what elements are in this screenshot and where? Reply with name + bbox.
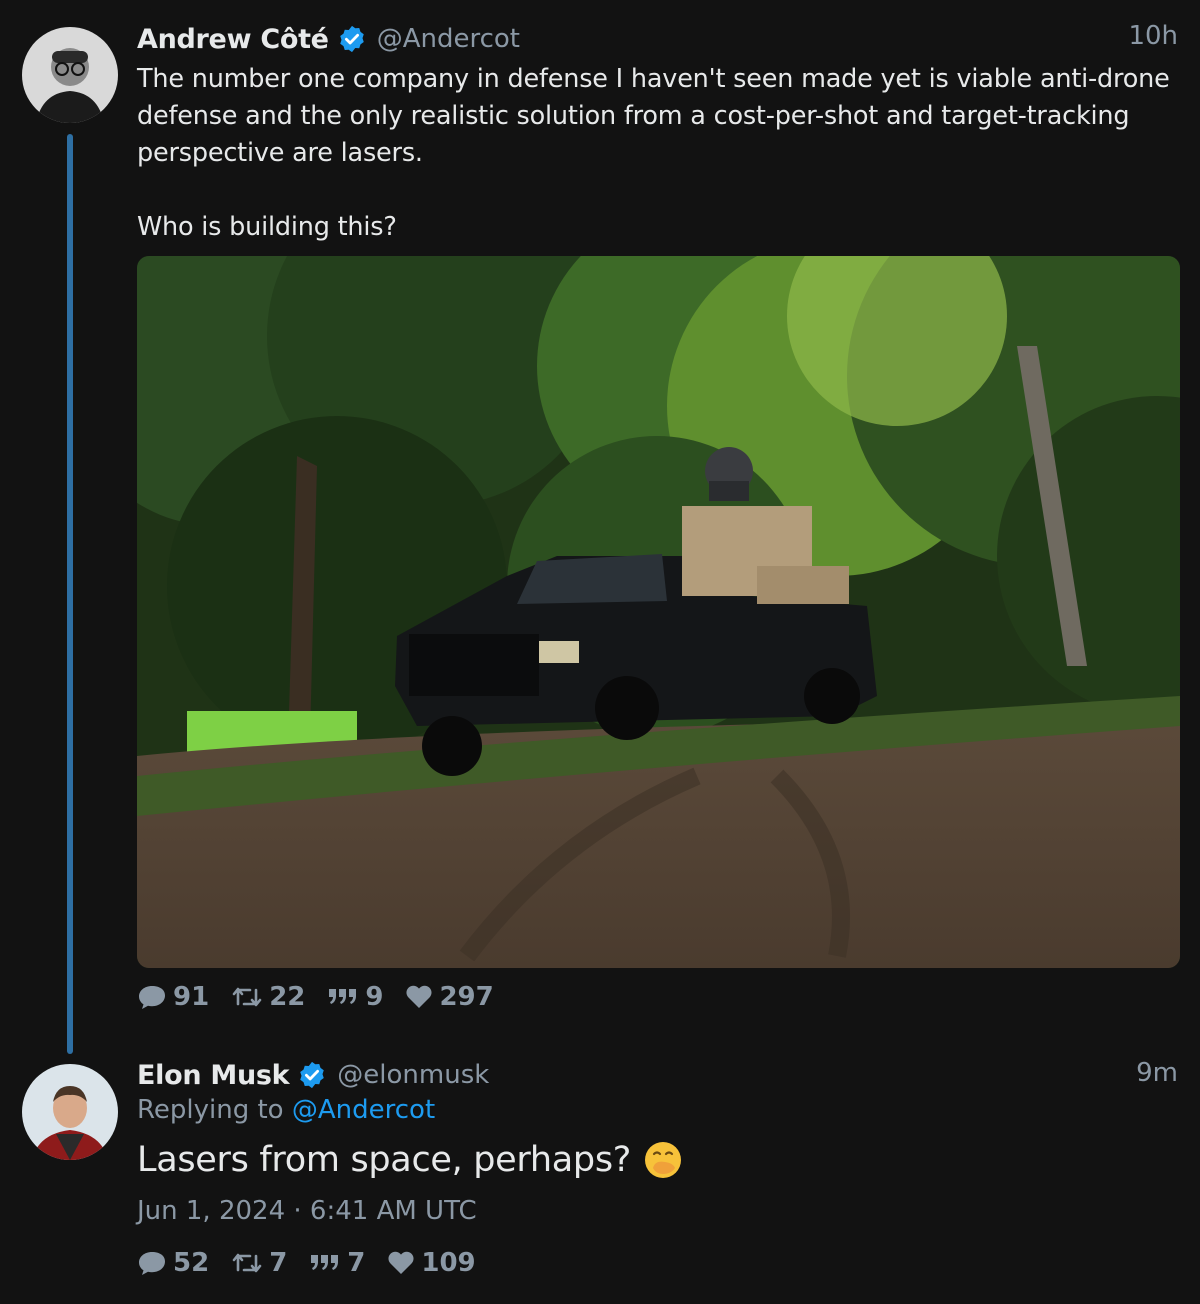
retweet-count: 7	[269, 1248, 288, 1278]
quote-button[interactable]: 7	[309, 1248, 365, 1278]
reply-count: 52	[173, 1248, 210, 1278]
like-count: 297	[439, 982, 494, 1012]
reply-button[interactable]: 91	[137, 982, 209, 1012]
reply-text-row: Lasers from space, perhaps?	[137, 1140, 683, 1180]
author-row: Andrew Côté @Andercot	[137, 19, 520, 59]
reply-button[interactable]: 52	[137, 1248, 209, 1278]
retweet-icon	[232, 987, 262, 1007]
retweet-button[interactable]: 7	[231, 1248, 287, 1278]
tweet-text: The number one company in defense I have…	[137, 64, 1170, 242]
author-handle[interactable]: @elonmusk	[337, 1060, 489, 1090]
retweet-icon	[232, 1253, 262, 1273]
like-button[interactable]: 109	[387, 1248, 476, 1278]
avatar-andrew[interactable]	[22, 27, 118, 123]
replying-to-label: Replying to	[137, 1095, 284, 1125]
tweet-photo[interactable]	[137, 256, 1180, 968]
like-button[interactable]: 297	[405, 982, 494, 1012]
tweet-text: Lasers from space, perhaps?	[137, 1140, 632, 1180]
tweet-time[interactable]: 9m	[1136, 1058, 1178, 1088]
verified-badge-icon	[339, 25, 364, 53]
tweet-time[interactable]: 10h	[1128, 21, 1178, 51]
retweet-button[interactable]: 22	[231, 982, 305, 1012]
quote-count: 7	[347, 1248, 366, 1278]
reply-icon	[139, 986, 165, 1009]
author-name[interactable]: Andrew Côté	[137, 24, 329, 55]
face-with-hand-over-mouth-icon	[645, 1142, 682, 1178]
tweet-timestamp[interactable]: Jun 1, 2024 · 6:41 AM UTC	[137, 1196, 477, 1226]
quote-icon	[311, 1255, 339, 1270]
verified-badge-icon	[300, 1061, 325, 1089]
author-name[interactable]: Elon Musk	[137, 1060, 290, 1091]
thread-connector-line	[67, 134, 73, 1054]
reply-actions: 52 7 7 109	[137, 1248, 498, 1278]
replying-to: Replying to @Andercot	[137, 1095, 435, 1125]
like-icon	[388, 1251, 414, 1274]
quote-button[interactable]: 9	[327, 982, 383, 1012]
retweet-count: 22	[269, 982, 306, 1012]
replying-to-link[interactable]: @Andercot	[292, 1095, 435, 1125]
avatar-elon[interactable]	[22, 1064, 118, 1160]
author-handle[interactable]: @Andercot	[377, 24, 520, 54]
reply-icon	[139, 1252, 165, 1275]
original-actions: 91 22 9 297	[137, 982, 516, 1012]
like-count: 109	[421, 1248, 476, 1278]
reply-count: 91	[173, 982, 210, 1012]
like-icon	[406, 985, 432, 1008]
photo-truck-forest	[137, 256, 1180, 968]
quote-icon	[329, 989, 357, 1004]
author-row: Elon Musk @elonmusk	[137, 1055, 489, 1095]
quote-count: 9	[365, 982, 384, 1012]
